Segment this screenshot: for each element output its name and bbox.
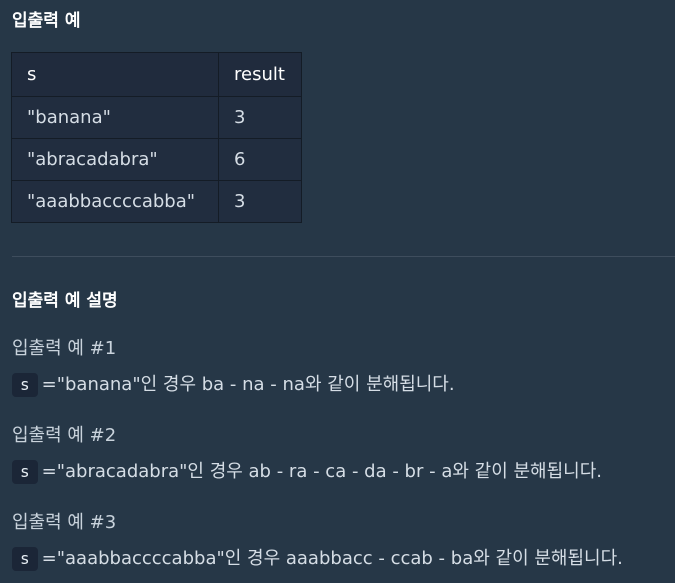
explanation-title: 입출력 예 설명 — [12, 291, 118, 311]
column-header-s: s — [11, 52, 219, 97]
cell-result: 6 — [218, 138, 302, 181]
cell-result: 3 — [218, 96, 302, 139]
cell-s: "abracadabra" — [11, 138, 219, 181]
inline-code: s — [12, 460, 38, 484]
case-heading-3: 입출력 예 #3 — [12, 512, 117, 533]
examples-table: s result "banana" 3 "abracadabra" 6 "aaa… — [11, 52, 302, 223]
section-divider — [12, 256, 675, 257]
table-header-row: s result — [11, 52, 302, 97]
case-description-1: s ="banana"인 경우 ba - na - na와 같이 분해됩니다. — [12, 372, 455, 398]
case-heading-2: 입출력 예 #2 — [12, 425, 117, 446]
case-heading-1: 입출력 예 #1 — [12, 338, 117, 359]
case-description-3: s ="aaabbaccccabba"인 경우 aaabbacc - ccab -… — [12, 546, 623, 572]
inline-code: s — [12, 373, 38, 397]
table-row: "aaabbaccccabba" 3 — [11, 180, 302, 223]
case-text: ="abracadabra"인 경우 ab - ra - ca - da - b… — [41, 461, 602, 482]
case-description-2: s ="abracadabra"인 경우 ab - ra - ca - da - … — [12, 459, 602, 485]
table-row: "abracadabra" 6 — [11, 138, 302, 181]
inline-code: s — [12, 547, 38, 571]
case-text: ="aaabbaccccabba"인 경우 aaabbacc - ccab - … — [41, 548, 623, 569]
cell-s: "aaabbaccccabba" — [11, 180, 219, 223]
cell-s: "banana" — [11, 96, 219, 139]
table-row: "banana" 3 — [11, 96, 302, 139]
column-header-result: result — [218, 52, 302, 97]
examples-title: 입출력 예 — [12, 11, 81, 31]
case-text: ="banana"인 경우 ba - na - na와 같이 분해됩니다. — [41, 374, 455, 395]
cell-result: 3 — [218, 180, 302, 223]
